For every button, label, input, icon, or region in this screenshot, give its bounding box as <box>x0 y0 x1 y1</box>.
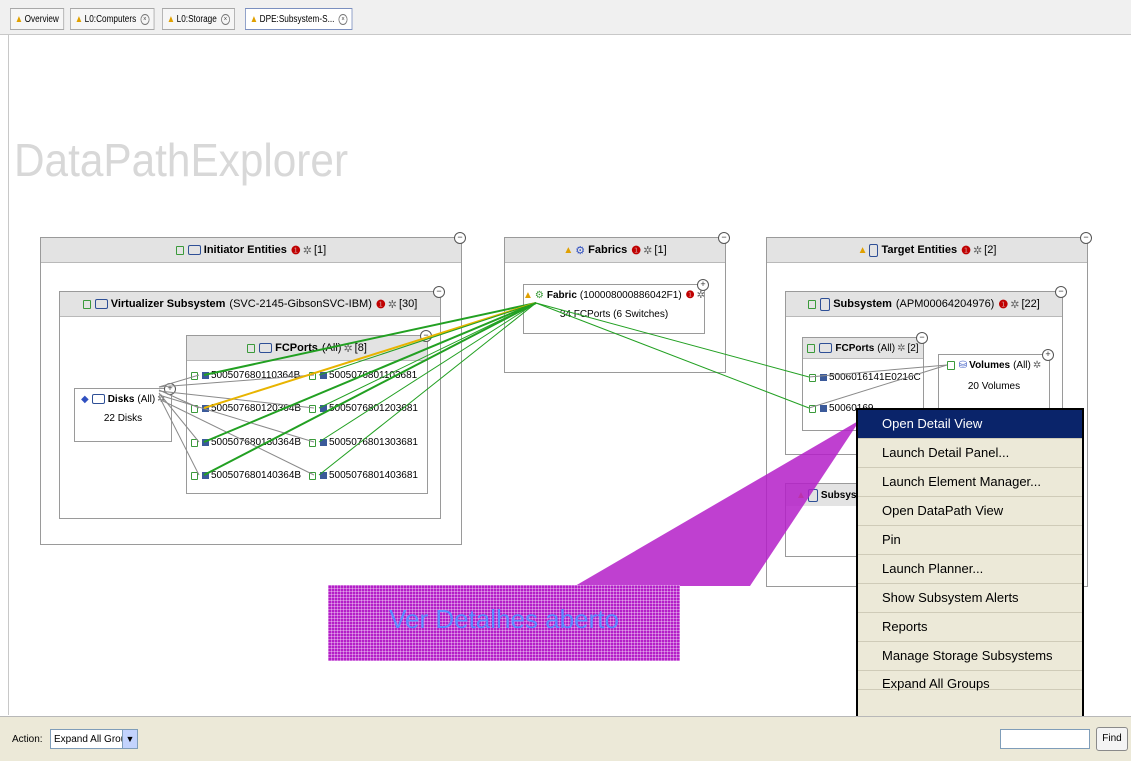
fabric-link <box>203 302 537 443</box>
fabric-link <box>318 302 537 476</box>
tab-strip: ▲ Overview ▲ L0:Computers × ▲ L0:Storage… <box>0 0 1131 35</box>
tab-label: DPE:Subsystem-S... <box>259 13 335 25</box>
action-select[interactable]: Expand All Groups ▼ <box>50 729 138 749</box>
menu-item-open-datapath-view[interactable]: Open DataPath View <box>858 497 1082 526</box>
menu-item-launch-detail-panel[interactable]: Launch Detail Panel... <box>858 439 1082 468</box>
fabric-link <box>203 302 537 376</box>
annotation-callout: Ver Detalhes aberto <box>328 585 680 661</box>
fabric-link <box>318 302 537 376</box>
warning-icon: ▲ <box>167 13 176 25</box>
menu-item-manage-storage-subsystems[interactable]: Manage Storage Subsystems <box>858 642 1082 671</box>
close-icon[interactable]: × <box>221 13 231 25</box>
fabric-link <box>318 302 537 443</box>
warning-icon: ▲ <box>14 13 24 25</box>
disk-links <box>158 364 948 476</box>
disk-link <box>158 398 315 476</box>
menu-item-expand-all-groups[interactable]: Expand All Groups <box>858 671 1082 691</box>
fabric-links <box>203 302 810 476</box>
fabric-link <box>318 302 537 409</box>
chevron-down-icon[interactable]: ▼ <box>122 730 137 748</box>
action-label: Action: <box>12 734 43 745</box>
fabric-link <box>535 302 810 409</box>
action-bar: Action: Expand All Groups ▼ Find <box>0 716 1131 761</box>
disk-link <box>158 395 200 476</box>
fabric-link <box>535 302 810 378</box>
find-input[interactable] <box>1000 729 1090 749</box>
tab-l0-storage[interactable]: ▲ L0:Storage × <box>162 8 236 30</box>
menu-item-launch-planner[interactable]: Launch Planner... <box>858 555 1082 584</box>
tab-label: Overview <box>24 13 59 25</box>
fabric-link <box>203 302 537 409</box>
warning-icon: ▲ <box>250 13 259 25</box>
menu-item-show-subsystem-alerts[interactable]: Show Subsystem Alerts <box>858 584 1082 613</box>
close-icon[interactable]: × <box>338 13 348 25</box>
menu-item-launch-element-manager[interactable]: Launch Element Manager... <box>858 468 1082 497</box>
menu-item-reports[interactable]: Reports <box>858 613 1082 642</box>
close-icon[interactable]: × <box>139 13 149 25</box>
context-menu[interactable]: Open Detail View Launch Detail Panel... … <box>856 408 1084 748</box>
tab-dpe-subsystem[interactable]: ▲ DPE:Subsystem-S... × <box>245 8 353 30</box>
tab-overview[interactable]: ▲ Overview <box>10 8 64 30</box>
tab-label: L0:Storage <box>176 13 218 25</box>
tab-l0-computers[interactable]: ▲ L0:Computers × <box>69 8 154 30</box>
tab-label: L0:Computers <box>84 13 136 25</box>
find-button[interactable]: Find <box>1096 727 1128 751</box>
fabric-link <box>203 302 537 476</box>
disk-link <box>158 394 315 443</box>
menu-item-open-detail-view[interactable]: Open Detail View <box>858 410 1082 439</box>
menu-item-pin[interactable]: Pin <box>858 526 1082 555</box>
warning-icon: ▲ <box>74 13 83 25</box>
